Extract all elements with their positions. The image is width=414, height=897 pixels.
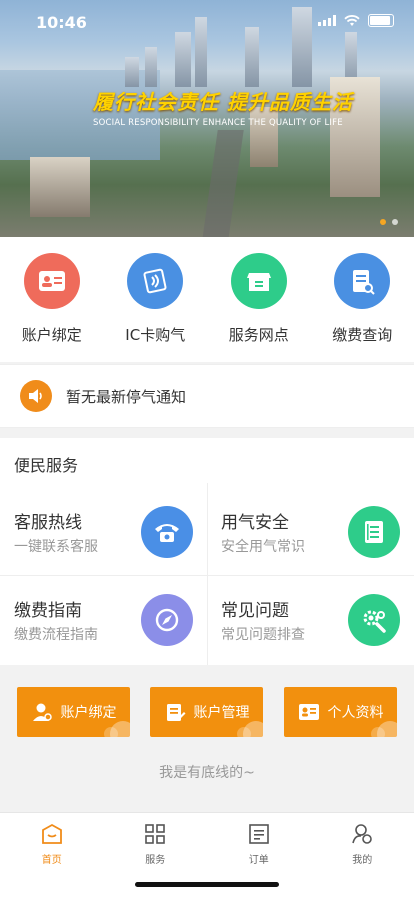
home-indicator (135, 882, 279, 887)
profile-icon (351, 823, 373, 845)
quick-action-label: 账户绑定 (0, 324, 104, 345)
edit-list-icon (164, 701, 186, 723)
convenience-services: 便民服务 客服热线 一键联系客服 用气安全 安全用气常识 缴费指南 缴费流程指南… (0, 438, 414, 665)
status-time: 10:46 (36, 13, 87, 32)
button-decoration (371, 727, 385, 737)
account-bind-label: 账户绑定 (61, 702, 117, 722)
banner-building (145, 47, 157, 87)
tab-label: 我的 (311, 851, 414, 866)
store-icon (231, 253, 287, 309)
button-decoration (237, 727, 251, 737)
quick-action-label: IC卡购气 (104, 324, 208, 345)
quick-action-account-bind[interactable]: 账户绑定 (0, 237, 104, 362)
account-shortcuts: 账户绑定 账户管理 个人资料 (0, 687, 414, 737)
banner-building (125, 57, 139, 87)
quick-action-label: 服务网点 (207, 324, 311, 345)
service-subtitle: 一键联系客服 (14, 536, 98, 556)
tab-home[interactable]: 首页 (0, 813, 104, 897)
profile-button[interactable]: 个人资料 (284, 687, 397, 737)
user-icon (31, 701, 53, 723)
banner-building (250, 107, 278, 167)
service-gas-safety[interactable]: 用气安全 安全用气常识 (207, 488, 414, 574)
service-title: 用气安全 (221, 508, 289, 533)
banner-road (202, 130, 243, 237)
profile-label: 个人资料 (328, 702, 384, 722)
cellular-signal-icon (318, 15, 336, 26)
quick-action-label: 缴费查询 (311, 324, 414, 345)
grid-icon (144, 823, 166, 845)
speaker-icon (20, 380, 52, 412)
service-subtitle: 安全用气常识 (221, 536, 305, 556)
end-of-list-text: 我是有底线的~ (0, 762, 414, 782)
compass-icon (141, 594, 193, 646)
section-title: 便民服务 (14, 452, 78, 476)
service-faq[interactable]: 常见问题 常见问题排查 (207, 576, 414, 662)
banner-slogan-cn: 履行社会责任 提升品质生活 (93, 86, 353, 115)
service-subtitle: 常见问题排查 (221, 624, 305, 644)
gear-wrench-icon (348, 594, 400, 646)
notice-text: 暂无最新停气通知 (66, 386, 186, 407)
quick-action-ic-card[interactable]: IC卡购气 (104, 237, 208, 362)
banner-dot[interactable] (392, 219, 398, 225)
service-title: 客服热线 (14, 508, 82, 533)
button-decoration (104, 727, 118, 737)
status-icons (318, 14, 394, 27)
document-icon (348, 506, 400, 558)
banner-building (30, 157, 90, 217)
home-icon (41, 823, 63, 845)
status-bar: 10:46 (0, 0, 414, 44)
nfc-card-icon (127, 253, 183, 309)
account-manage-label: 账户管理 (194, 702, 250, 722)
tab-label: 订单 (207, 851, 311, 866)
quick-action-bill-query[interactable]: 缴费查询 (311, 237, 414, 362)
service-title: 缴费指南 (14, 596, 82, 621)
service-hotline[interactable]: 客服热线 一键联系客服 (0, 488, 207, 574)
order-icon (248, 823, 270, 845)
account-manage-button[interactable]: 账户管理 (150, 687, 263, 737)
service-payment-guide[interactable]: 缴费指南 缴费流程指南 (0, 576, 207, 662)
banner-pagination (380, 219, 398, 225)
phone-icon (141, 506, 193, 558)
profile-card-icon (298, 702, 320, 722)
quick-action-service-outlets[interactable]: 服务网点 (207, 237, 311, 362)
tab-label: 首页 (0, 851, 104, 866)
account-bind-button[interactable]: 账户绑定 (17, 687, 130, 737)
banner-dot-active[interactable] (380, 219, 386, 225)
service-subtitle: 缴费流程指南 (14, 624, 98, 644)
outage-notice-bar[interactable]: 暂无最新停气通知 (0, 364, 414, 428)
wifi-icon (344, 15, 360, 27)
service-title: 常见问题 (221, 596, 289, 621)
id-card-icon (24, 253, 80, 309)
bill-search-icon (334, 253, 390, 309)
tab-mine[interactable]: 我的 (311, 813, 414, 897)
tab-label: 服务 (104, 851, 208, 866)
quick-actions: 账户绑定 IC卡购气 服务网点 缴费查询 (0, 237, 414, 362)
battery-icon (368, 14, 394, 27)
banner-slogan-en: SOCIAL RESPONSIBILITY ENHANCE THE QUALIT… (93, 118, 343, 128)
